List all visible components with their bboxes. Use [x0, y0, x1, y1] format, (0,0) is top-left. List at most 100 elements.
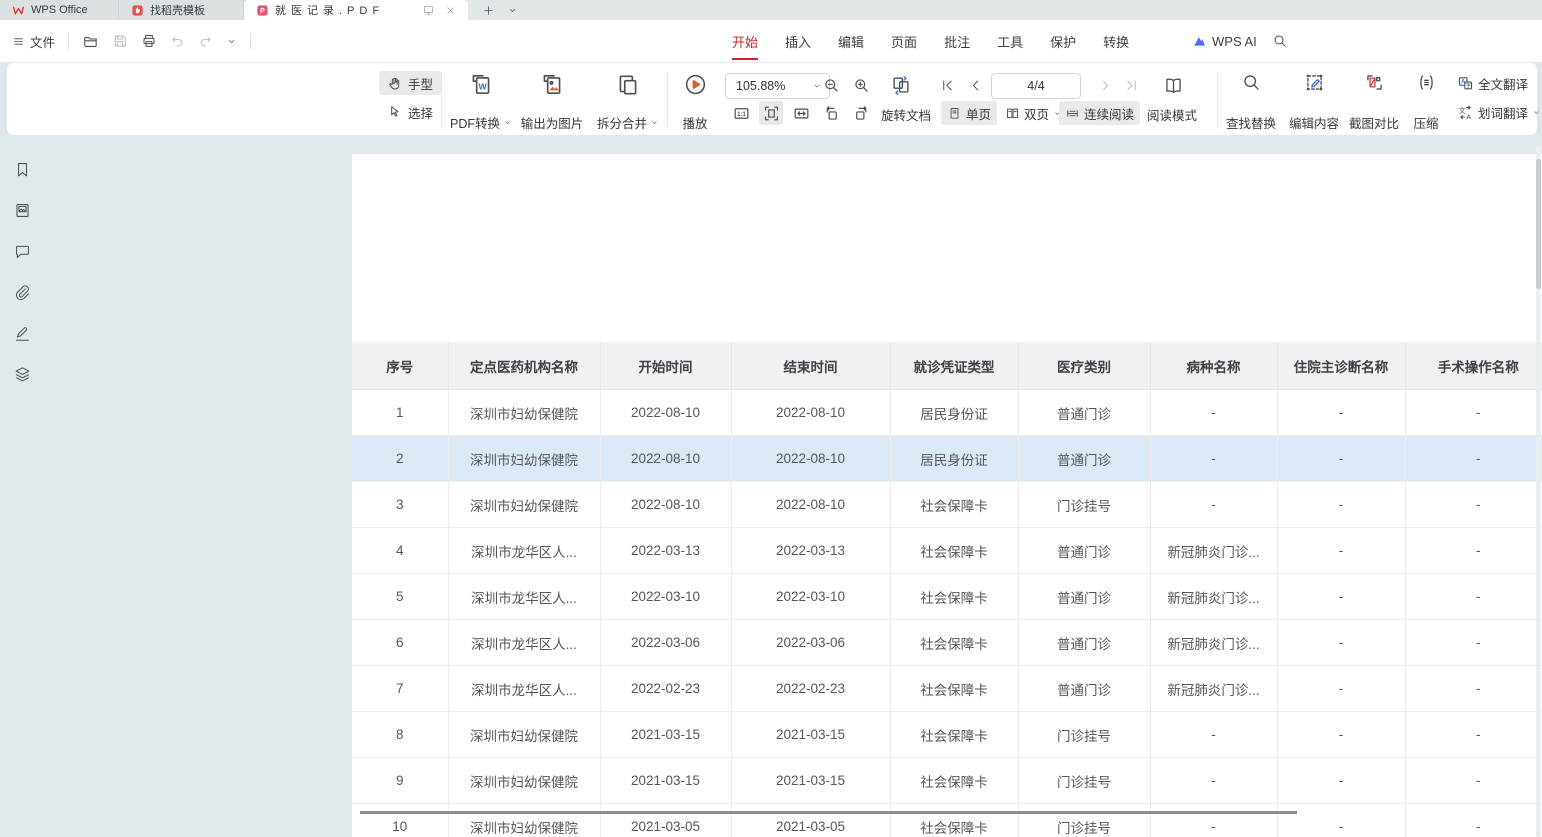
rotate-right-icon: [852, 104, 871, 123]
table-cell: 社会保障卡: [890, 712, 1018, 758]
fit-page-button[interactable]: [759, 101, 783, 125]
fit-width-button[interactable]: [789, 101, 813, 125]
table-cell: 居民身份证: [890, 390, 1018, 436]
redo-icon[interactable]: [198, 34, 213, 49]
tab-list-chevron-icon[interactable]: [507, 5, 518, 16]
read-mode-label[interactable]: 阅读模式: [1147, 105, 1197, 124]
table-cell: 2022-08-10: [731, 482, 890, 528]
table-cell: 2022-08-10: [731, 436, 890, 482]
menu-item[interactable]: 页面: [891, 32, 917, 51]
table-cell: 深圳市妇幼保健院: [448, 482, 600, 528]
bookmark-icon: [13, 160, 32, 179]
table-cell: 新冠肺炎门诊...: [1150, 528, 1277, 574]
menu-item[interactable]: 编辑: [838, 32, 864, 51]
table-cell: 10: [352, 804, 448, 837]
table-cell: 普通门诊: [1018, 528, 1150, 574]
tab-wps-office[interactable]: WPS Office: [0, 0, 119, 20]
pdf-convert-button[interactable]: PDF转换: [448, 69, 514, 137]
menu-item[interactable]: 插入: [785, 32, 811, 51]
full-translate-icon: [1457, 75, 1474, 92]
bookmark-panel-button[interactable]: [13, 159, 33, 179]
read-mode-button[interactable]: [1161, 73, 1185, 97]
table-header-cell: 序号: [352, 342, 448, 390]
find-replace-label: 查找替换: [1226, 113, 1276, 132]
compress-label: 压缩: [1413, 113, 1438, 132]
pdf-page: 序号定点医药机构名称开始时间结束时间就诊凭证类型医疗类别病种名称住院主诊断名称手…: [352, 154, 1542, 837]
next-page-button[interactable]: [1093, 73, 1117, 97]
table-cell: 2022-08-10: [600, 390, 731, 436]
continuous-read-label: 连续阅读: [1084, 104, 1134, 123]
ribbon-toolbar: 手型 选择 PDF转换 输出为图片 拆分合并 播放 105.88%: [6, 62, 1538, 136]
layers-icon: [13, 365, 32, 384]
thumbnail-panel-button[interactable]: [13, 200, 33, 220]
zoom-in-button[interactable]: [849, 73, 873, 97]
rotate-right-button[interactable]: [849, 101, 873, 125]
table-cell: 2022-03-06: [600, 620, 731, 666]
vertical-scrollbar-thumb[interactable]: [1536, 159, 1541, 289]
edit-content-button[interactable]: 编辑内容: [1285, 69, 1343, 137]
table-cell: 深圳市龙华区人...: [448, 620, 600, 666]
table-cell: 2022-02-23: [600, 666, 731, 712]
zoom-out-icon: [822, 76, 841, 95]
close-tab-icon[interactable]: [445, 5, 456, 16]
print-icon[interactable]: [141, 33, 157, 49]
monitor-icon[interactable]: [422, 4, 435, 17]
table-cell: 新冠肺炎门诊...: [1150, 620, 1277, 666]
table-cell: 2022-08-10: [600, 482, 731, 528]
double-page-button[interactable]: 双页: [999, 101, 1068, 125]
menu-item[interactable]: 开始: [732, 32, 758, 51]
annotation-panel-button[interactable]: [13, 323, 33, 343]
full-text-translate-button[interactable]: 全文翻译: [1451, 71, 1534, 95]
zoom-level-select[interactable]: 105.88%: [725, 73, 830, 99]
compress-button[interactable]: 压缩: [1405, 69, 1447, 137]
tab-label: 找稻壳模板: [150, 2, 205, 18]
attachment-panel-button[interactable]: [13, 282, 33, 302]
continuous-read-button[interactable]: 连续阅读: [1059, 101, 1140, 125]
page-number-input[interactable]: 4/4: [991, 73, 1081, 99]
layers-panel-button[interactable]: [13, 364, 33, 384]
table-row: 4深圳市龙华区人... 2022-03-132022-03-13 社会保障卡普通…: [352, 528, 1542, 574]
find-replace-button[interactable]: 查找替换: [1222, 69, 1280, 137]
undo-icon[interactable]: [170, 34, 185, 49]
menu-item[interactable]: 保护: [1050, 32, 1076, 51]
rotate-left-button[interactable]: [819, 101, 843, 125]
zoom-out-button[interactable]: [819, 73, 843, 97]
previous-page-button[interactable]: [963, 73, 987, 97]
open-folder-icon[interactable]: [82, 33, 99, 50]
table-row: 2深圳市妇幼保健院 2022-08-102022-08-10 居民身份证普通门诊…: [352, 436, 1542, 482]
wps-ai-button[interactable]: WPS AI: [1192, 20, 1257, 62]
rotate-document-label[interactable]: 旋转文档: [881, 105, 931, 124]
export-image-label: 输出为图片: [521, 113, 584, 132]
single-page-button[interactable]: 单页: [941, 101, 997, 125]
new-tab-plus-icon[interactable]: [482, 4, 495, 17]
save-icon[interactable]: [112, 33, 128, 49]
select-tool-button[interactable]: 选择: [379, 100, 441, 124]
table-row: 5深圳市龙华区人... 2022-03-102022-03-10 社会保障卡普通…: [352, 574, 1542, 620]
menu-item[interactable]: 转换: [1103, 32, 1129, 51]
tab-docer-templates[interactable]: 找稻壳模板: [119, 0, 244, 20]
play-button[interactable]: 播放: [673, 69, 717, 137]
screenshot-compare-button[interactable]: 截图对比: [1345, 69, 1403, 137]
replace-page-button[interactable]: [889, 73, 913, 97]
table-cell: 社会保障卡: [890, 528, 1018, 574]
table-cell: 居民身份证: [890, 436, 1018, 482]
export-as-image-button[interactable]: 输出为图片: [516, 69, 588, 137]
wps-ai-logo-icon: [1192, 34, 1207, 49]
split-merge-button[interactable]: 拆分合并: [592, 69, 664, 137]
actual-size-button[interactable]: [729, 101, 753, 125]
last-page-button[interactable]: [1119, 73, 1143, 97]
quick-access-chevron-icon[interactable]: [226, 36, 237, 47]
word-translate-button[interactable]: 划词翻译: [1451, 100, 1542, 124]
embedded-horizontal-scrollbar[interactable]: [360, 811, 1297, 814]
comment-panel-button[interactable]: [13, 241, 33, 261]
zoom-value: 105.88%: [736, 79, 785, 93]
first-page-button[interactable]: [935, 73, 959, 97]
menu-item[interactable]: 工具: [997, 32, 1023, 51]
menu-item[interactable]: 批注: [944, 32, 970, 51]
table-cell: 深圳市龙华区人...: [448, 528, 600, 574]
file-menu-button[interactable]: 文件: [12, 32, 55, 51]
tab-document-pdf[interactable]: 就医记录.PDF: [244, 0, 468, 20]
table-cell: 普通门诊: [1018, 436, 1150, 482]
search-icon[interactable]: [1272, 33, 1288, 49]
hand-tool-button[interactable]: 手型: [379, 71, 441, 95]
